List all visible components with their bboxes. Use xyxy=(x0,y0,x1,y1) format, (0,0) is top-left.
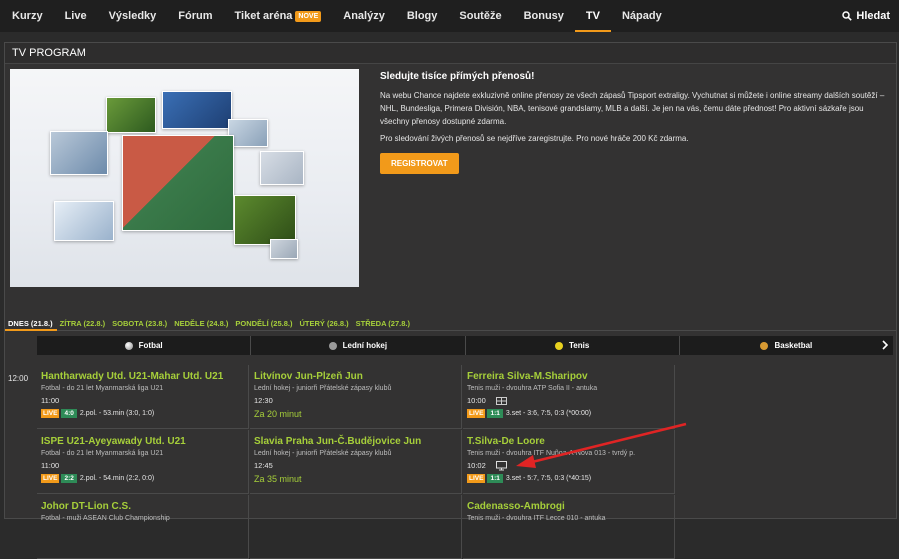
annotation-arrow xyxy=(516,422,687,468)
